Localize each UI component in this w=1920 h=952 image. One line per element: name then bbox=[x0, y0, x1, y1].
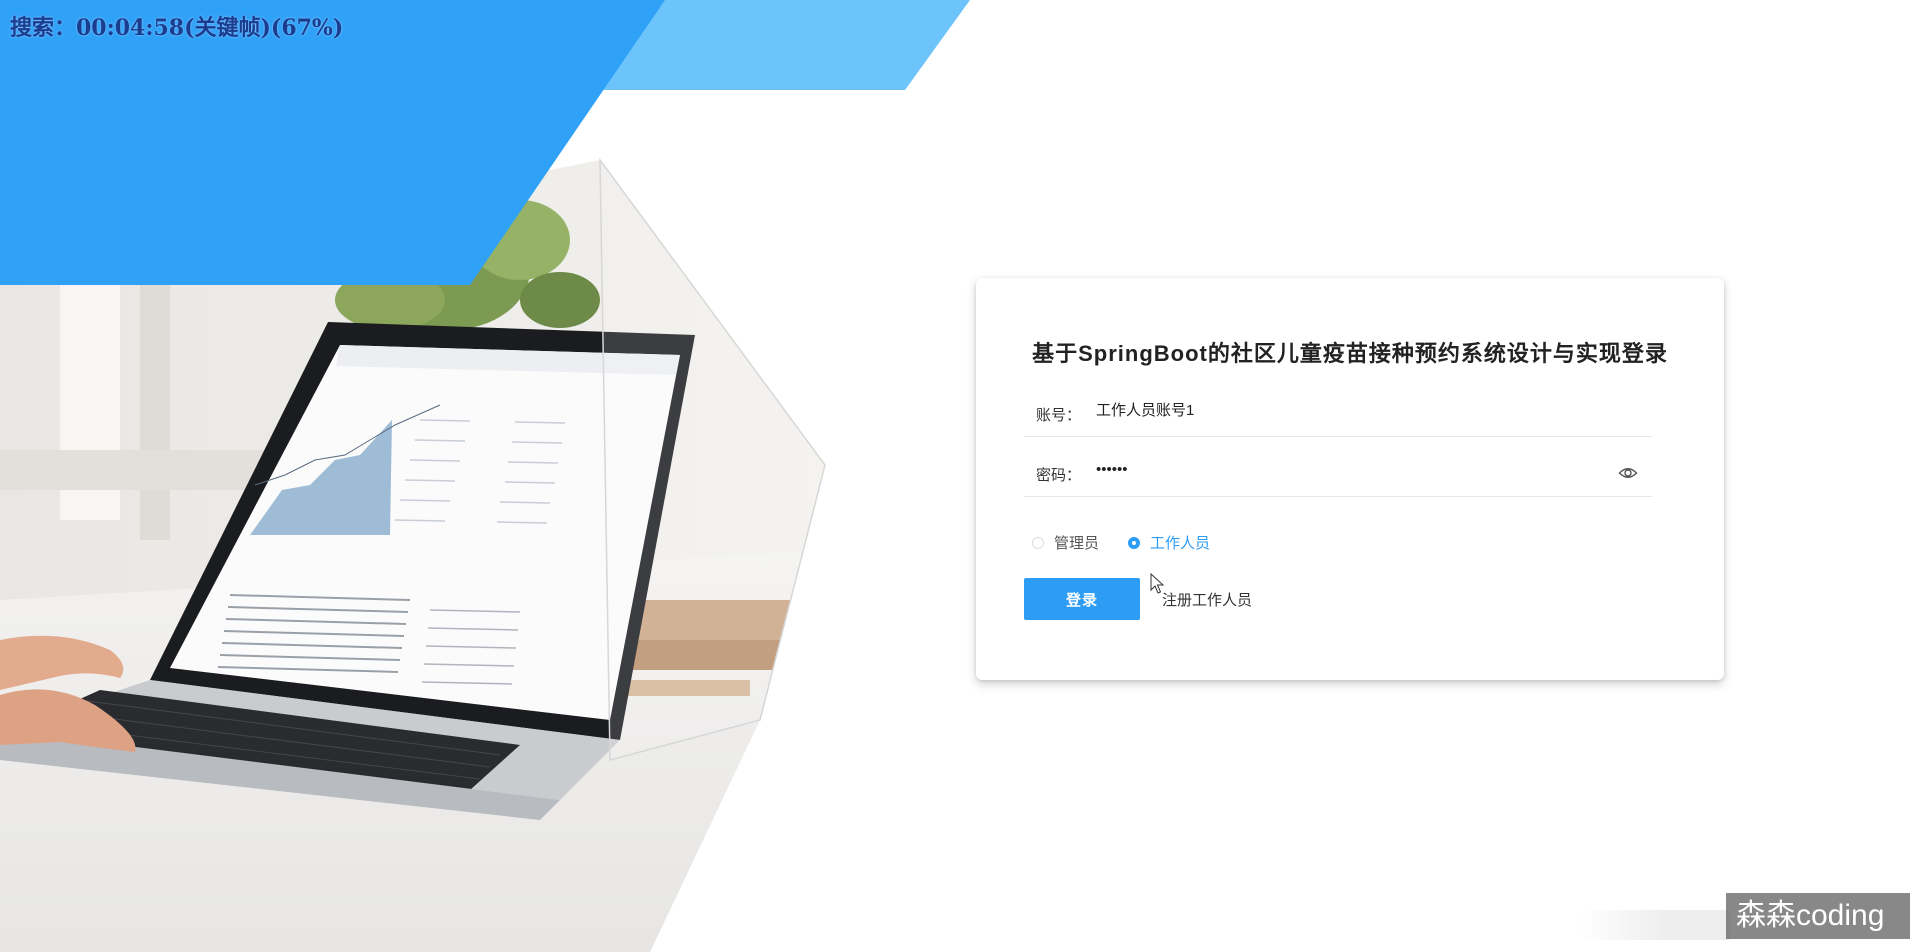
watermark: 森森coding bbox=[1726, 893, 1910, 939]
role-radio-admin[interactable]: 管理员 bbox=[1032, 532, 1099, 553]
radio-staff-circle[interactable] bbox=[1128, 536, 1140, 549]
role-staff-label: 工作人员 bbox=[1150, 535, 1211, 552]
page-title: 基于SpringBoot的社区儿童疫苗接种预约系统设计与实现登录 bbox=[1032, 341, 1668, 366]
role-admin-label: 管理员 bbox=[1054, 535, 1100, 552]
account-input[interactable] bbox=[1096, 401, 1616, 418]
laptop-illustration bbox=[0, 0, 970, 952]
password-label: 密码： bbox=[1036, 467, 1082, 484]
login-page: 搜索：00:04:58(关键帧)(67%) 基于SpringBoot的社区儿童疫… bbox=[0, 0, 1920, 952]
hero-illustration bbox=[0, 0, 1000, 952]
account-label: 账号： bbox=[1036, 407, 1082, 424]
show-password-eye-icon[interactable] bbox=[1618, 463, 1638, 483]
radio-admin-circle[interactable] bbox=[1032, 536, 1044, 549]
role-radio-staff[interactable]: 工作人员 bbox=[1128, 532, 1210, 553]
search-timestamp-overlay: 搜索：00:04:58(关键帧)(67%) bbox=[10, 15, 344, 41]
mouse-cursor-icon bbox=[1150, 573, 1164, 594]
password-field: 密码： bbox=[1024, 448, 1652, 497]
account-field: 账号： bbox=[1024, 388, 1652, 437]
register-staff-link[interactable]: 注册工作人员 bbox=[1162, 589, 1252, 610]
password-input[interactable] bbox=[1096, 461, 1616, 478]
login-button[interactable]: 登录 bbox=[1024, 578, 1140, 620]
login-card: 基于SpringBoot的社区儿童疫苗接种预约系统设计与实现登录 账号： 密码：… bbox=[976, 278, 1724, 680]
watermark-fade bbox=[1580, 910, 1730, 940]
